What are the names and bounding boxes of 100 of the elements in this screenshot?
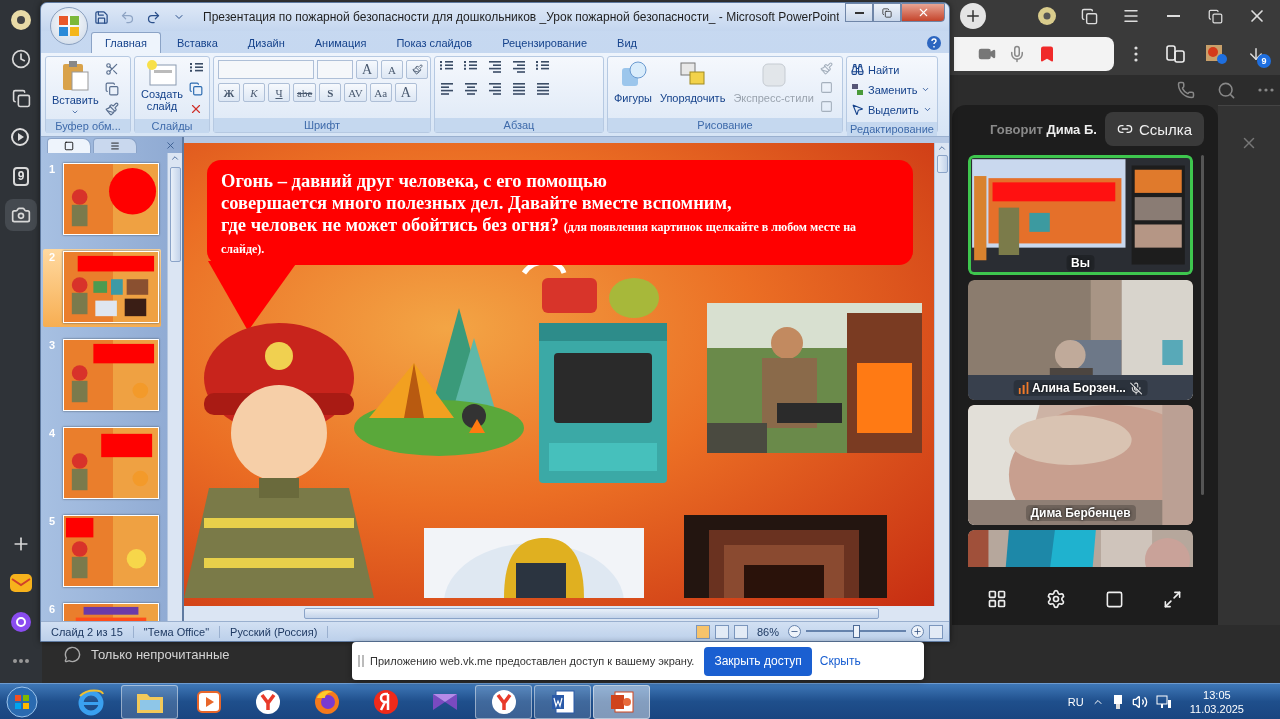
font-name-field[interactable] xyxy=(218,60,314,79)
participant-name: Алина Борзен... xyxy=(1032,381,1126,395)
sorter-view-button[interactable] xyxy=(714,624,729,639)
restore-button[interactable] xyxy=(873,3,901,22)
editing-button[interactable]: Выделить xyxy=(851,100,932,119)
bookmark-icon[interactable] xyxy=(1038,44,1056,63)
ribbon-tab[interactable]: Вид xyxy=(603,32,651,53)
font-style-button[interactable]: abe xyxy=(293,83,317,102)
scroll-thumb[interactable] xyxy=(169,167,181,262)
downloads-button[interactable]: 9 xyxy=(1238,37,1274,70)
copy-icon[interactable] xyxy=(104,82,119,96)
slides-tab[interactable] xyxy=(47,137,91,153)
address-bar[interactable] xyxy=(954,36,1114,71)
reset-icon[interactable] xyxy=(189,82,203,96)
columns-icon[interactable] xyxy=(535,82,551,96)
plus-icon xyxy=(913,627,922,636)
close-button[interactable] xyxy=(901,3,945,22)
zoom-thumb[interactable] xyxy=(853,625,860,638)
language-indicator[interactable]: RU xyxy=(1067,695,1084,708)
scrollbar[interactable] xyxy=(184,606,949,621)
drawing-button[interactable]: Упорядочить xyxy=(657,60,728,104)
ribbon-tab[interactable]: Показ слайдов xyxy=(382,32,487,53)
new-slide-button[interactable]: Создать слайд xyxy=(139,60,185,112)
outline-tab[interactable] xyxy=(93,137,137,153)
font-style-button[interactable]: Aa xyxy=(369,83,392,102)
scroll-thumb[interactable] xyxy=(304,608,879,619)
ribbon-tab[interactable]: Анимация xyxy=(300,32,381,53)
sidebar-button[interactable]: 9 xyxy=(5,160,37,192)
zoom-in-button[interactable] xyxy=(911,625,924,638)
plus-icon xyxy=(964,7,982,25)
grow-font-button[interactable]: A xyxy=(356,60,378,79)
phone-icon[interactable] xyxy=(1177,81,1195,99)
minimize-icon xyxy=(1166,15,1180,17)
drawing-button[interactable]: Фигуры xyxy=(612,60,654,104)
more-icon[interactable] xyxy=(1258,88,1274,92)
new-tab-button[interactable] xyxy=(960,3,986,29)
network-icon[interactable] xyxy=(1155,693,1172,710)
link-button[interactable]: Ссылка xyxy=(1104,112,1204,146)
editing-button[interactable]: Заменить xyxy=(851,80,931,99)
theme-name: "Тема Office" xyxy=(133,625,221,638)
taskbar-app[interactable] xyxy=(593,684,650,719)
speaker-label: Говорит Дима Б. xyxy=(990,121,1097,137)
taskbar-app[interactable] xyxy=(475,684,532,719)
align-center-icon[interactable] xyxy=(463,82,479,96)
firefox-icon xyxy=(312,687,341,716)
search-icon[interactable] xyxy=(1217,80,1236,100)
powerpoint-icon xyxy=(608,688,635,715)
usb-icon[interactable] xyxy=(1111,693,1124,710)
increase-indent-icon[interactable] xyxy=(511,60,527,74)
shrink-font-button[interactable]: A xyxy=(381,60,403,79)
font-size-field[interactable] xyxy=(317,60,353,79)
screenshot-icon xyxy=(11,205,31,225)
microphone-icon[interactable] xyxy=(1008,44,1026,63)
taskbar-app[interactable] xyxy=(534,684,591,719)
font-style-button[interactable]: AV xyxy=(344,83,367,102)
ribbon-tab[interactable]: Вставка xyxy=(162,32,232,53)
slideshow-button[interactable] xyxy=(733,624,748,639)
filter-label[interactable]: Только непрочитанные xyxy=(91,646,230,662)
stop-sharing-button[interactable]: Закрыть доступ xyxy=(704,646,812,676)
language-label: Русский (Россия) xyxy=(220,625,329,638)
font-color-button[interactable]: A xyxy=(394,83,417,102)
more-icon xyxy=(1134,45,1138,62)
scrollbar[interactable] xyxy=(934,143,949,606)
group-label: Шрифт xyxy=(214,118,430,132)
format-painter-icon[interactable] xyxy=(104,102,119,116)
cut-icon[interactable] xyxy=(104,62,119,76)
ribbon-tab[interactable]: Рецензирование xyxy=(488,32,602,53)
group-label: Абзац xyxy=(435,118,603,132)
help-icon[interactable] xyxy=(927,36,941,50)
align-left-icon[interactable] xyxy=(439,82,455,96)
scroll-thumb[interactable] xyxy=(936,155,948,173)
align-right-icon[interactable] xyxy=(487,82,503,96)
scrollbar[interactable] xyxy=(167,153,182,621)
sidebar-button[interactable] xyxy=(5,199,37,231)
outline-icon xyxy=(110,140,120,151)
zoom-level: 86% xyxy=(755,625,780,638)
save-icon xyxy=(93,9,109,25)
more-icon xyxy=(12,658,30,664)
taskbar-app[interactable] xyxy=(121,684,178,719)
ribbon-tab[interactable]: Главная xyxy=(91,32,161,53)
clear-format-button[interactable] xyxy=(406,60,428,79)
delete-slide-icon[interactable] xyxy=(189,102,203,116)
volume-icon[interactable] xyxy=(1131,693,1148,710)
clock[interactable]: 13:05 11.03.2025 xyxy=(1189,687,1244,716)
hide-button[interactable]: Скрыть xyxy=(817,654,863,668)
font-style-button[interactable]: S xyxy=(319,83,342,102)
ribbon-tab[interactable]: Дизайн xyxy=(233,32,299,53)
binoculars-icon xyxy=(851,63,864,76)
zoom-out-button[interactable] xyxy=(788,625,801,638)
slide-counter: Слайд 2 из 15 xyxy=(41,625,134,638)
close-button[interactable] xyxy=(165,139,176,151)
font-style-button[interactable]: Ч xyxy=(268,83,290,102)
minimize-button[interactable] xyxy=(845,3,873,22)
counter-icon: 9 xyxy=(12,166,30,186)
font-style-button[interactable]: К xyxy=(243,83,265,102)
decrease-indent-icon[interactable] xyxy=(487,60,503,74)
paste-button[interactable]: Вставить xyxy=(50,60,101,116)
justify-icon[interactable] xyxy=(511,82,527,96)
editing-button[interactable]: Найти xyxy=(851,60,900,79)
font-style-button[interactable]: Ж xyxy=(218,83,240,102)
